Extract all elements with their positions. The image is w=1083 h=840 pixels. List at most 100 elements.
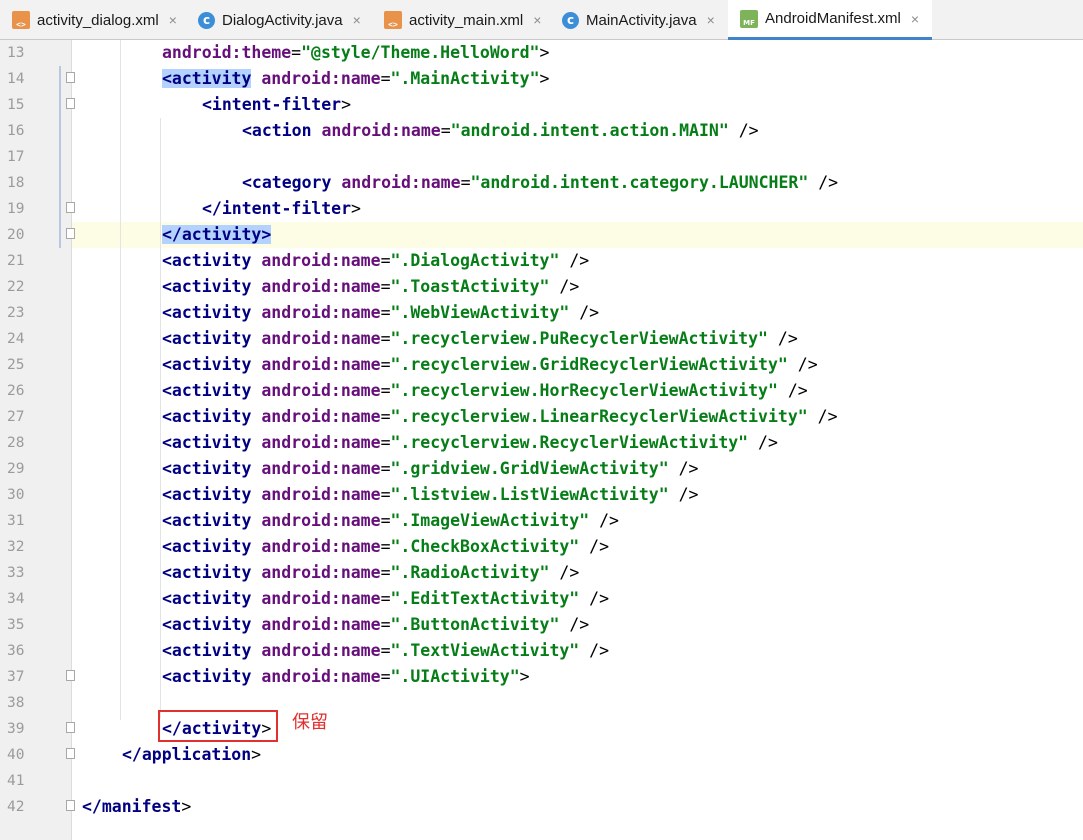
annotation-highlight-box bbox=[158, 710, 278, 742]
code-line[interactable]: 31 <activity android:name=".ImageViewActi… bbox=[0, 508, 1083, 534]
code-line[interactable]: 34 <activity android:name=".EditTextActiv… bbox=[0, 586, 1083, 612]
fold-toggle-icon[interactable] bbox=[66, 202, 75, 213]
line-number: 33 bbox=[7, 565, 25, 581]
code-line[interactable]: 28 <activity android:name=".recyclerview.… bbox=[0, 430, 1083, 456]
xml-file-icon bbox=[12, 11, 30, 29]
code-line[interactable]: 35 <activity android:name=".ButtonActivit… bbox=[0, 612, 1083, 638]
xml-punctuation: /> bbox=[808, 173, 839, 192]
code-line[interactable]: 18 <category android:name="android.intent… bbox=[0, 170, 1083, 196]
xml-punctuation: /> bbox=[549, 277, 580, 296]
xml-punctuation: = bbox=[380, 277, 391, 296]
xml-tag: </application bbox=[122, 745, 252, 764]
tab-androidmanifest-xml[interactable]: AndroidManifest.xml × bbox=[728, 0, 932, 40]
xml-punctuation bbox=[251, 641, 261, 660]
xml-punctuation bbox=[251, 485, 261, 504]
xml-punctuation bbox=[251, 303, 261, 322]
xml-punctuation: = bbox=[460, 173, 471, 192]
xml-punctuation: = bbox=[380, 251, 391, 270]
xml-punctuation: = bbox=[380, 69, 391, 88]
code-line[interactable]: 20 </activity> bbox=[0, 222, 1083, 248]
xml-value: ".listview.ListViewActivity" bbox=[390, 485, 669, 504]
xml-punctuation: /> bbox=[668, 485, 699, 504]
xml-tag: <activity bbox=[162, 407, 252, 426]
xml-punctuation: = bbox=[380, 433, 391, 452]
tab-mainactivity-java[interactable]: MainActivity.java × bbox=[550, 0, 728, 40]
code-line[interactable]: 16 <action android:name="android.intent.a… bbox=[0, 118, 1083, 144]
code-line[interactable]: 37 <activity android:name=".UIActivity"> bbox=[0, 664, 1083, 690]
fold-toggle-icon[interactable] bbox=[66, 748, 75, 759]
fold-toggle-icon[interactable] bbox=[66, 228, 75, 239]
xml-value: ".RadioActivity" bbox=[390, 563, 550, 582]
code-text: <activity android:name=".TextViewActivit… bbox=[162, 638, 609, 664]
xml-tag: <activity bbox=[162, 641, 252, 660]
code-line[interactable]: 33 <activity android:name=".RadioActivity… bbox=[0, 560, 1083, 586]
xml-value: ".recyclerview.LinearRecyclerViewActivit… bbox=[390, 407, 808, 426]
code-line[interactable]: 32 <activity android:name=".CheckBoxActiv… bbox=[0, 534, 1083, 560]
code-line[interactable]: 21 <activity android:name=".DialogActivit… bbox=[0, 248, 1083, 274]
close-icon[interactable]: × bbox=[533, 12, 541, 28]
fold-toggle-icon[interactable] bbox=[66, 722, 75, 733]
xml-file-icon bbox=[384, 11, 402, 29]
code-line[interactable]: 24 <activity android:name=".recyclerview.… bbox=[0, 326, 1083, 352]
line-number: 32 bbox=[7, 539, 25, 555]
code-line[interactable]: 22 <activity android:name=".ToastActivity… bbox=[0, 274, 1083, 300]
fold-toggle-icon[interactable] bbox=[66, 800, 75, 811]
tab-activity-dialog-xml[interactable]: activity_dialog.xml × bbox=[0, 0, 186, 40]
close-icon[interactable]: × bbox=[353, 12, 361, 28]
line-number: 25 bbox=[7, 357, 25, 373]
code-line[interactable]: 14 <activity android:name=".MainActivity"… bbox=[0, 66, 1083, 92]
line-number: 13 bbox=[7, 45, 25, 61]
xml-value: ".MainActivity" bbox=[390, 69, 540, 88]
code-line[interactable]: 17 bbox=[0, 144, 1083, 170]
line-number: 29 bbox=[7, 461, 25, 477]
fold-toggle-icon[interactable] bbox=[66, 670, 75, 681]
line-number: 26 bbox=[7, 383, 25, 399]
xml-attribute: android:name bbox=[261, 355, 381, 374]
code-line[interactable]: 42 </manifest> bbox=[0, 794, 1083, 820]
code-line[interactable]: 23 <activity android:name=".WebViewActivi… bbox=[0, 300, 1083, 326]
xml-tag: <activity bbox=[162, 277, 252, 296]
close-icon[interactable]: × bbox=[169, 12, 177, 28]
xml-tag: <activity bbox=[162, 459, 252, 478]
code-line[interactable]: 13 android:theme="@style/Theme.HelloWord"… bbox=[0, 40, 1083, 66]
code-line[interactable]: 26 <activity android:name=".recyclerview.… bbox=[0, 378, 1083, 404]
xml-tag: </activity> bbox=[162, 225, 272, 244]
xml-punctuation bbox=[251, 69, 261, 88]
code-line[interactable]: 29 <activity android:name=".gridview.Grid… bbox=[0, 456, 1083, 482]
fold-toggle-icon[interactable] bbox=[66, 72, 75, 83]
code-line[interactable]: 30 <activity android:name=".listview.List… bbox=[0, 482, 1083, 508]
line-number: 36 bbox=[7, 643, 25, 659]
xml-punctuation bbox=[251, 251, 261, 270]
xml-attribute: android:name bbox=[261, 69, 381, 88]
code-text: <action android:name="android.intent.act… bbox=[242, 118, 759, 144]
code-line[interactable]: 36 <activity android:name=".TextViewActiv… bbox=[0, 638, 1083, 664]
code-line[interactable]: 41 bbox=[0, 768, 1083, 794]
line-number: 21 bbox=[7, 253, 25, 269]
xml-punctuation: = bbox=[380, 485, 391, 504]
line-number: 14 bbox=[7, 71, 25, 87]
line-number: 37 bbox=[7, 669, 25, 685]
xml-value: ".ToastActivity" bbox=[390, 277, 550, 296]
xml-punctuation: /> bbox=[559, 251, 590, 270]
xml-punctuation bbox=[312, 121, 322, 140]
code-text: <activity android:name=".recyclerview.Gr… bbox=[162, 352, 818, 378]
code-text: <intent-filter> bbox=[202, 92, 351, 118]
fold-toggle-icon[interactable] bbox=[66, 98, 75, 109]
code-line[interactable]: 15 <intent-filter> bbox=[0, 92, 1083, 118]
tab-label: activity_main.xml bbox=[409, 11, 524, 29]
xml-punctuation: /> bbox=[589, 511, 619, 530]
code-line[interactable]: 40 </application> bbox=[0, 742, 1083, 768]
code-text: <activity android:name=".WebViewActivity… bbox=[162, 300, 599, 326]
xml-punctuation: = bbox=[380, 615, 391, 634]
tab-dialogactivity-java[interactable]: DialogActivity.java × bbox=[186, 0, 372, 40]
xml-tag: <activity bbox=[162, 433, 252, 452]
xml-value: ".recyclerview.PuRecyclerViewActivity" bbox=[390, 329, 769, 348]
close-icon[interactable]: × bbox=[707, 12, 715, 28]
code-line[interactable]: 27 <activity android:name=".recyclerview.… bbox=[0, 404, 1083, 430]
code-line[interactable]: 25 <activity android:name=".recyclerview.… bbox=[0, 352, 1083, 378]
close-icon[interactable]: × bbox=[911, 11, 919, 27]
tab-activity-main-xml[interactable]: activity_main.xml × bbox=[372, 0, 550, 40]
code-text: <activity android:name=".RadioActivity" … bbox=[162, 560, 579, 586]
code-line[interactable]: 19 </intent-filter> bbox=[0, 196, 1083, 222]
xml-attribute: android:name bbox=[261, 329, 381, 348]
